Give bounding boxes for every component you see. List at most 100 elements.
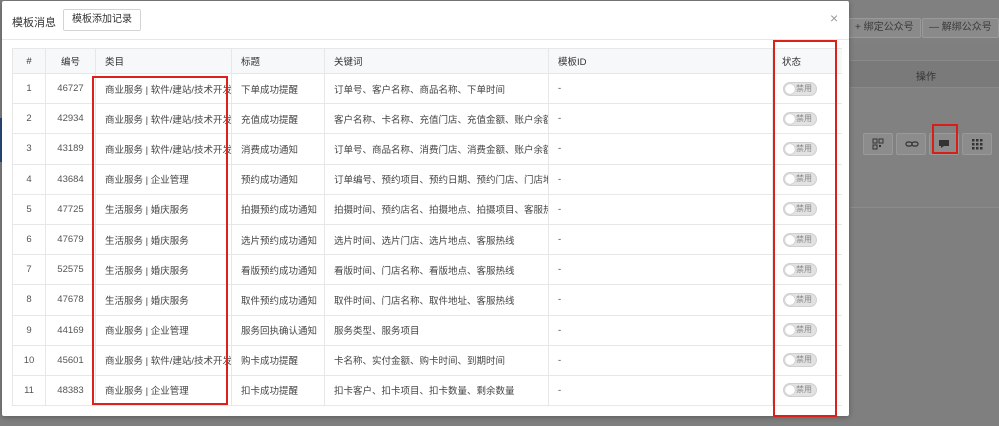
row-index: 11 (12, 374, 46, 407)
row-code: 45601 (45, 344, 96, 376)
toggle-label: 禁用 (796, 234, 812, 244)
grid-icon (972, 139, 983, 150)
row-template-id: - (548, 314, 773, 346)
table-row: 1 46727 商业服务 | 软件/建站/技术开发 下单成功提醒 订单号、客户名称、商品… (12, 72, 842, 105)
row-index: 10 (12, 344, 46, 376)
status-toggle[interactable]: 禁用 (783, 383, 817, 398)
row-title: 取件预约成功通知 (231, 284, 325, 316)
row-status: 禁用 (772, 133, 842, 165)
row-category: 商业服务 | 软件/建站/技术开发 (95, 344, 232, 376)
qrcode-button[interactable] (863, 133, 893, 155)
status-toggle[interactable]: 禁用 (783, 323, 817, 338)
header-keywords: 关键词 (324, 48, 549, 74)
row-index: 5 (12, 193, 46, 225)
row-keywords: 订单号、客户名称、商品名称、下单时间 (324, 72, 549, 105)
toggle-label: 禁用 (796, 264, 812, 274)
toggle-label: 禁用 (796, 113, 812, 123)
row-category: 商业服务 | 软件/建站/技术开发 (95, 133, 232, 165)
row-index: 8 (12, 284, 46, 316)
row-template-id: - (548, 254, 773, 286)
status-toggle[interactable]: 禁用 (783, 202, 817, 217)
status-toggle[interactable]: 禁用 (783, 81, 817, 96)
table-row: 8 47678 生活服务 | 婚庆服务 取件预约成功通知 取件时间、门店名称、取件地址、… (12, 284, 842, 316)
table-row: 11 48383 商业服务 | 企业管理 扣卡成功提醒 扣卡客户、扣卡项目、扣卡数量、剩… (12, 374, 842, 407)
row-keywords: 卡名称、实付金额、购卡时间、到期时间 (324, 344, 549, 376)
row-keywords: 客户名称、卡名称、充值门店、充值金额、账户余额 (324, 103, 549, 135)
row-status: 禁用 (772, 223, 842, 256)
toggle-knob (785, 355, 795, 366)
status-toggle[interactable]: 禁用 (783, 262, 817, 277)
row-title: 充值成功提醒 (231, 103, 325, 135)
row-code: 47679 (45, 223, 96, 256)
header-code: 编号 (45, 48, 96, 74)
row-status: 禁用 (772, 254, 842, 286)
row-title: 扣卡成功提醒 (231, 374, 325, 407)
toggle-knob (785, 204, 795, 215)
row-category: 生活服务 | 婚庆服务 (95, 223, 232, 256)
row-category: 商业服务 | 企业管理 (95, 374, 232, 407)
row-code: 43684 (45, 163, 96, 195)
header-title: 标题 (231, 48, 325, 74)
row-category: 生活服务 | 婚庆服务 (95, 284, 232, 316)
table-row: 7 52575 生活服务 | 婚庆服务 看版预约成功通知 看版时间、门店名称、看版地点、… (12, 254, 842, 286)
qrcode-icon (872, 138, 884, 150)
toggle-knob (785, 385, 795, 396)
toggle-label: 禁用 (796, 143, 812, 153)
link-button[interactable] (896, 133, 926, 155)
status-toggle[interactable]: 禁用 (783, 353, 817, 368)
row-title: 服务回执确认通知 (231, 314, 325, 346)
toggle-label: 禁用 (796, 385, 812, 395)
row-status: 禁用 (772, 163, 842, 195)
row-index: 9 (12, 314, 46, 346)
row-title: 预约成功通知 (231, 163, 325, 195)
template-table: # 编号 类目 标题 关键词 模板ID 状态 1 46727 商业服务 | 软件/建… (12, 48, 842, 407)
row-title: 看版预约成功通知 (231, 254, 325, 286)
annotation-box-message-button (932, 124, 958, 154)
table-row: 10 45601 商业服务 | 软件/建站/技术开发 购卡成功提醒 卡名称、实付金额、购… (12, 344, 842, 376)
toggle-knob (785, 234, 795, 245)
row-keywords: 服务类型、服务项目 (324, 314, 549, 346)
row-template-id: - (548, 103, 773, 135)
row-code: 42934 (45, 103, 96, 135)
bind-account-button[interactable]: + 绑定公众号 (848, 18, 921, 38)
toggle-label: 禁用 (796, 294, 812, 304)
row-index: 7 (12, 254, 46, 286)
status-toggle[interactable]: 禁用 (783, 111, 817, 126)
row-code: 52575 (45, 254, 96, 286)
unbind-account-button[interactable]: — 解绑公众号 (922, 18, 999, 38)
row-index: 3 (12, 133, 46, 165)
header-category: 类目 (95, 48, 232, 74)
toggle-label: 禁用 (796, 174, 812, 184)
status-toggle[interactable]: 禁用 (783, 292, 817, 307)
row-code: 46727 (45, 72, 96, 105)
row-index: 1 (12, 72, 46, 105)
toggle-knob (785, 174, 795, 185)
row-template-id: - (548, 72, 773, 105)
table-row: 4 43684 商业服务 | 企业管理 预约成功通知 订单编号、预约项目、预约日期、预约… (12, 163, 842, 195)
row-category: 商业服务 | 软件/建站/技术开发 (95, 72, 232, 105)
row-template-id: - (548, 133, 773, 165)
toggle-knob (785, 113, 795, 124)
status-toggle[interactable]: 禁用 (783, 232, 817, 247)
row-code: 47678 (45, 284, 96, 316)
row-title: 选片预约成功通知 (231, 223, 325, 256)
background-table-header: 操作 (850, 60, 999, 88)
toggle-knob (785, 325, 795, 336)
more-button[interactable] (962, 133, 992, 155)
row-status: 禁用 (772, 72, 842, 105)
status-toggle[interactable]: 禁用 (783, 172, 817, 187)
toggle-label: 禁用 (796, 83, 812, 93)
link-icon (905, 141, 919, 147)
table-header-row: # 编号 类目 标题 关键词 模板ID 状态 (12, 48, 842, 74)
row-keywords: 选片时间、选片门店、选片地点、客服热线 (324, 223, 549, 256)
header-template-id: 模板ID (548, 48, 773, 74)
row-keywords: 取件时间、门店名称、取件地址、客服热线 (324, 284, 549, 316)
template-add-record-button[interactable]: 模板添加记录 (63, 9, 141, 31)
operations-header: 操作 (916, 72, 936, 83)
row-title: 拍摄预约成功通知 (231, 193, 325, 225)
table-row: 5 47725 生活服务 | 婚庆服务 拍摄预约成功通知 拍摄时间、预约店名、拍摄地点、… (12, 193, 842, 225)
close-icon[interactable]: × (830, 11, 838, 25)
status-toggle[interactable]: 禁用 (783, 141, 817, 156)
table-row: 2 42934 商业服务 | 软件/建站/技术开发 充值成功提醒 客户名称、卡名称、充值… (12, 103, 842, 135)
row-code: 47725 (45, 193, 96, 225)
